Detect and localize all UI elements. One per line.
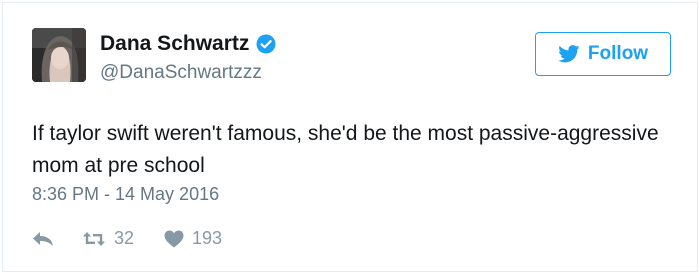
follow-label: Follow — [587, 43, 649, 64]
follow-button[interactable]: Follow — [535, 32, 671, 76]
retweet-icon — [83, 231, 105, 246]
avatar-image — [32, 28, 86, 82]
tweet-actions: 32 193 — [32, 228, 222, 249]
tweet-text: If taylor swift weren't famous, she'd be… — [32, 122, 659, 177]
tweet-card: Dana Schwartz @DanaSchwartzzz Follow If … — [0, 0, 700, 274]
like-button[interactable]: 193 — [164, 228, 222, 249]
heart-icon — [164, 230, 184, 247]
like-count: 193 — [192, 228, 223, 248]
tweet-timestamp[interactable]: 8:36 PM - 14 May 2016 — [32, 184, 219, 205]
user-handle[interactable]: @DanaSchwartzzz — [100, 62, 262, 84]
retweet-count: 32 — [114, 228, 135, 248]
reply-button[interactable] — [32, 231, 54, 247]
name-row: Dana Schwartz — [100, 32, 276, 56]
twitter-bird-icon — [558, 45, 580, 63]
retweet-button[interactable]: 32 — [82, 228, 134, 249]
reply-icon — [33, 231, 53, 246]
display-name[interactable]: Dana Schwartz — [100, 32, 249, 56]
verified-badge-icon — [256, 34, 276, 54]
avatar[interactable] — [32, 28, 86, 82]
